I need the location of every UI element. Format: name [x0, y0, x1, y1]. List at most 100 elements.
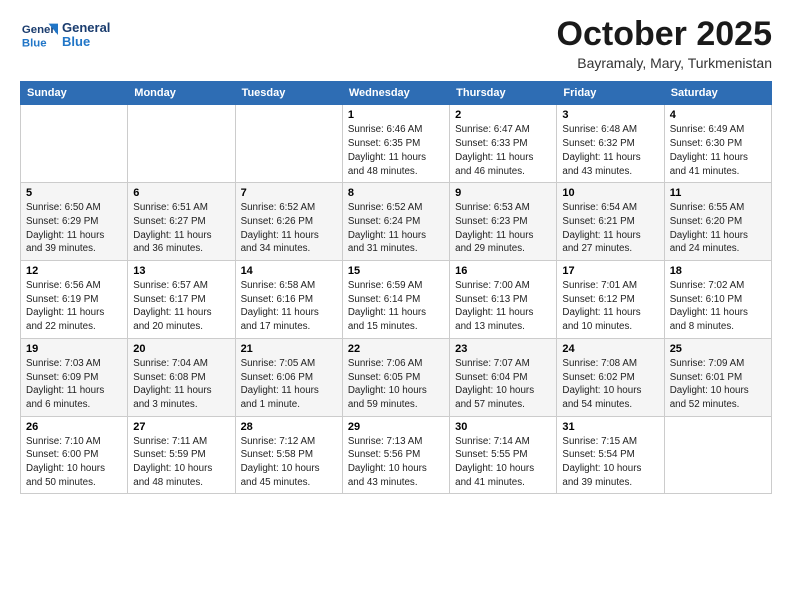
table-row: 22Sunrise: 7:06 AMSunset: 6:05 PMDayligh… — [342, 338, 449, 416]
table-row: 28 Sunrise: 7:12 AMSunset: 5:58 PMDayligh… — [235, 416, 342, 494]
calendar-week-row: 19Sunrise: 7:03 AMSunset: 6:09 PMDayligh… — [21, 338, 772, 416]
day-info: Sunrise: 6:49 AMSunset: 6:30 PMDaylight:… — [670, 123, 766, 178]
table-row: 5 Sunrise: 6:50 AMSunset: 6:29 PMDaylight… — [21, 183, 128, 261]
day-info: Sunrise: 7:15 AMSunset: 5:54 PMDaylight:… — [562, 435, 658, 490]
col-monday: Monday — [128, 82, 235, 105]
col-tuesday: Tuesday — [235, 82, 342, 105]
table-row: 14 Sunrise: 6:58 AMSunset: 6:16 PMDayligh… — [235, 261, 342, 339]
day-info: Sunrise: 7:14 AMSunset: 5:55 PMDaylight:… — [455, 435, 551, 490]
col-wednesday: Wednesday — [342, 82, 449, 105]
calendar-week-row: 1 Sunrise: 6:46 AMSunset: 6:35 PMDaylight… — [21, 105, 772, 183]
day-number: 16 — [455, 265, 551, 277]
table-row — [21, 105, 128, 183]
table-row: 29Sunrise: 7:13 AMSunset: 5:56 PMDayligh… — [342, 416, 449, 494]
logo: General Blue General Blue — [20, 16, 110, 54]
col-sunday: Sunday — [21, 82, 128, 105]
calendar: Sunday Monday Tuesday Wednesday Thursday… — [20, 81, 772, 494]
svg-text:Blue: Blue — [22, 37, 47, 49]
day-info: Sunrise: 6:51 AMSunset: 6:27 PMDaylight:… — [133, 201, 229, 256]
day-number: 11 — [670, 187, 766, 199]
day-number: 5 — [26, 187, 122, 199]
day-number: 13 — [133, 265, 229, 277]
day-number: 22 — [348, 343, 444, 355]
day-info: Sunrise: 6:52 AMSunset: 6:24 PMDaylight:… — [348, 201, 444, 256]
table-row: 15 Sunrise: 6:59 AMSunset: 6:14 PMDayligh… — [342, 261, 449, 339]
day-number: 31 — [562, 421, 658, 433]
table-row — [664, 416, 771, 494]
table-row — [128, 105, 235, 183]
header: General Blue General Blue October 2025 B… — [20, 16, 772, 71]
day-number: 15 — [348, 265, 444, 277]
table-row: 6 Sunrise: 6:51 AMSunset: 6:27 PMDaylight… — [128, 183, 235, 261]
day-info: Sunrise: 7:05 AMSunset: 6:06 PMDaylight:… — [241, 357, 337, 412]
day-number: 1 — [348, 109, 444, 121]
logo-general-text: General — [62, 21, 110, 35]
day-info: Sunrise: 6:48 AMSunset: 6:32 PMDaylight:… — [562, 123, 658, 178]
day-number: 2 — [455, 109, 551, 121]
day-info: Sunrise: 7:03 AMSunset: 6:09 PMDaylight:… — [26, 357, 122, 412]
day-number: 20 — [133, 343, 229, 355]
day-number: 26 — [26, 421, 122, 433]
table-row: 11 Sunrise: 6:55 AMSunset: 6:20 PMDayligh… — [664, 183, 771, 261]
calendar-week-row: 12 Sunrise: 6:56 AMSunset: 6:19 PMDayligh… — [21, 261, 772, 339]
logo-text: General Blue — [62, 21, 110, 50]
day-number: 30 — [455, 421, 551, 433]
day-number: 8 — [348, 187, 444, 199]
table-row: 16 Sunrise: 7:00 AMSunset: 6:13 PMDayligh… — [450, 261, 557, 339]
day-number: 7 — [241, 187, 337, 199]
table-row: 24 Sunrise: 7:08 AMSunset: 6:02 PMDayligh… — [557, 338, 664, 416]
table-row: 10Sunrise: 6:54 AMSunset: 6:21 PMDayligh… — [557, 183, 664, 261]
calendar-week-row: 5 Sunrise: 6:50 AMSunset: 6:29 PMDaylight… — [21, 183, 772, 261]
table-row: 1 Sunrise: 6:46 AMSunset: 6:35 PMDaylight… — [342, 105, 449, 183]
day-info: Sunrise: 7:12 AMSunset: 5:58 PMDaylight:… — [241, 435, 337, 490]
col-friday: Friday — [557, 82, 664, 105]
day-info: Sunrise: 6:57 AMSunset: 6:17 PMDaylight:… — [133, 279, 229, 334]
day-info: Sunrise: 6:50 AMSunset: 6:29 PMDaylight:… — [26, 201, 122, 256]
table-row: 25Sunrise: 7:09 AMSunset: 6:01 PMDayligh… — [664, 338, 771, 416]
table-row: 12 Sunrise: 6:56 AMSunset: 6:19 PMDayligh… — [21, 261, 128, 339]
day-number: 17 — [562, 265, 658, 277]
table-row: 7 Sunrise: 6:52 AMSunset: 6:26 PMDaylight… — [235, 183, 342, 261]
table-row: 13 Sunrise: 6:57 AMSunset: 6:17 PMDayligh… — [128, 261, 235, 339]
day-info: Sunrise: 6:52 AMSunset: 6:26 PMDaylight:… — [241, 201, 337, 256]
location: Bayramaly, Mary, Turkmenistan — [557, 55, 772, 71]
table-row: 21Sunrise: 7:05 AMSunset: 6:06 PMDayligh… — [235, 338, 342, 416]
day-info: Sunrise: 6:47 AMSunset: 6:33 PMDaylight:… — [455, 123, 551, 178]
day-info: Sunrise: 7:10 AMSunset: 6:00 PMDaylight:… — [26, 435, 122, 490]
day-number: 24 — [562, 343, 658, 355]
day-info: Sunrise: 6:56 AMSunset: 6:19 PMDaylight:… — [26, 279, 122, 334]
title-block: October 2025 Bayramaly, Mary, Turkmenist… — [557, 16, 772, 71]
table-row: 23Sunrise: 7:07 AMSunset: 6:04 PMDayligh… — [450, 338, 557, 416]
table-row: 3Sunrise: 6:48 AMSunset: 6:32 PMDaylight… — [557, 105, 664, 183]
day-number: 28 — [241, 421, 337, 433]
day-info: Sunrise: 6:58 AMSunset: 6:16 PMDaylight:… — [241, 279, 337, 334]
day-number: 27 — [133, 421, 229, 433]
day-number: 25 — [670, 343, 766, 355]
day-info: Sunrise: 7:04 AMSunset: 6:08 PMDaylight:… — [133, 357, 229, 412]
day-number: 4 — [670, 109, 766, 121]
table-row: 2 Sunrise: 6:47 AMSunset: 6:33 PMDaylight… — [450, 105, 557, 183]
calendar-week-row: 26 Sunrise: 7:10 AMSunset: 6:00 PMDayligh… — [21, 416, 772, 494]
day-info: Sunrise: 6:55 AMSunset: 6:20 PMDaylight:… — [670, 201, 766, 256]
table-row: 18 Sunrise: 7:02 AMSunset: 6:10 PMDayligh… — [664, 261, 771, 339]
day-number: 9 — [455, 187, 551, 199]
table-row: 20 Sunrise: 7:04 AMSunset: 6:08 PMDayligh… — [128, 338, 235, 416]
month-title: October 2025 — [557, 16, 772, 53]
day-number: 6 — [133, 187, 229, 199]
day-number: 10 — [562, 187, 658, 199]
day-info: Sunrise: 7:08 AMSunset: 6:02 PMDaylight:… — [562, 357, 658, 412]
day-number: 14 — [241, 265, 337, 277]
day-info: Sunrise: 6:59 AMSunset: 6:14 PMDaylight:… — [348, 279, 444, 334]
logo-blue-text: Blue — [62, 35, 110, 49]
day-info: Sunrise: 6:53 AMSunset: 6:23 PMDaylight:… — [455, 201, 551, 256]
day-info: Sunrise: 7:00 AMSunset: 6:13 PMDaylight:… — [455, 279, 551, 334]
day-info: Sunrise: 7:02 AMSunset: 6:10 PMDaylight:… — [670, 279, 766, 334]
day-number: 18 — [670, 265, 766, 277]
table-row: 17 Sunrise: 7:01 AMSunset: 6:12 PMDayligh… — [557, 261, 664, 339]
table-row — [235, 105, 342, 183]
table-row: 31 Sunrise: 7:15 AMSunset: 5:54 PMDayligh… — [557, 416, 664, 494]
day-info: Sunrise: 7:01 AMSunset: 6:12 PMDaylight:… — [562, 279, 658, 334]
day-info: Sunrise: 7:13 AMSunset: 5:56 PMDaylight:… — [348, 435, 444, 490]
day-info: Sunrise: 6:46 AMSunset: 6:35 PMDaylight:… — [348, 123, 444, 178]
day-number: 12 — [26, 265, 122, 277]
